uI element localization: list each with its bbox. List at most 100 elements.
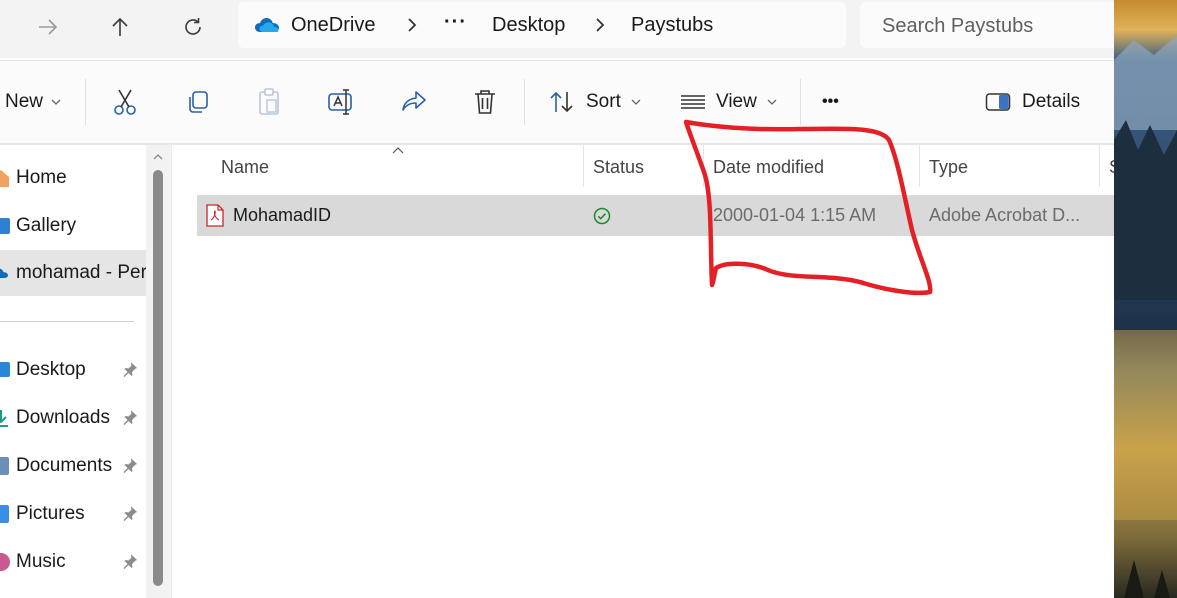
chevron-right-icon bbox=[596, 18, 605, 32]
breadcrumb[interactable]: OneDrive ··· Desktop Paystubs bbox=[238, 2, 846, 48]
copy-button[interactable] bbox=[185, 83, 211, 121]
new-button[interactable]: New bbox=[5, 83, 61, 121]
up-button[interactable] bbox=[100, 8, 140, 46]
sidebar-item-label: mohamad - Pers bbox=[16, 262, 157, 283]
search-placeholder: Search Paystubs bbox=[882, 15, 1034, 37]
toolbar-separator bbox=[85, 79, 86, 125]
refresh-icon bbox=[185, 18, 201, 35]
column-header-status[interactable]: Status bbox=[593, 157, 644, 178]
arrow-right-icon bbox=[39, 19, 58, 35]
chevron-right-icon bbox=[408, 18, 417, 32]
sidebar-divider bbox=[0, 321, 134, 322]
search-input[interactable]: Search Paystubs bbox=[860, 2, 1114, 48]
toolbar-separator bbox=[800, 79, 801, 125]
file-date-modified: 2000-01-04 1:15 AM bbox=[713, 205, 877, 225]
command-bar: New Sort View ••• Details bbox=[0, 61, 1114, 143]
sidebar-item-pictures[interactable]: Pictures bbox=[0, 491, 146, 537]
sidebar-item-label: Gallery bbox=[16, 215, 77, 236]
check-circle-icon bbox=[593, 207, 611, 225]
chevron-down-icon bbox=[767, 99, 777, 105]
view-button[interactable]: View bbox=[680, 83, 777, 121]
sort-label: Sort bbox=[586, 91, 621, 112]
breadcrumb-paystubs[interactable]: Paystubs bbox=[631, 14, 713, 37]
sidebar-item-label: Pictures bbox=[16, 503, 85, 524]
column-separator[interactable] bbox=[703, 145, 704, 187]
download-icon bbox=[0, 410, 8, 427]
desktop-wallpaper bbox=[1114, 0, 1177, 598]
sidebar-item-label: Home bbox=[16, 167, 67, 188]
trash-icon bbox=[475, 90, 495, 114]
details-label: Details bbox=[1022, 91, 1081, 112]
paste-button[interactable] bbox=[256, 83, 282, 121]
cut-button[interactable] bbox=[112, 83, 138, 121]
breadcrumb-desktop[interactable]: Desktop bbox=[492, 14, 565, 37]
column-header-date-modified[interactable]: Date modified bbox=[713, 157, 824, 178]
column-separator[interactable] bbox=[583, 145, 584, 187]
toolbar-separator bbox=[524, 79, 525, 125]
column-separator[interactable] bbox=[1099, 145, 1100, 187]
more-options-button[interactable]: ••• bbox=[822, 83, 839, 121]
sidebar-item-gallery[interactable]: Gallery bbox=[0, 203, 146, 249]
sidebar-item-label: Downloads bbox=[16, 407, 110, 428]
file-type: Adobe Acrobat D... bbox=[929, 205, 1081, 225]
delete-button[interactable] bbox=[472, 83, 498, 121]
navigation-pane: Home Gallery mohamad - Pers Desktop Down… bbox=[0, 145, 172, 598]
documents-icon bbox=[0, 457, 9, 475]
sort-ascending-icon bbox=[392, 147, 404, 154]
sidebar-item-music[interactable]: Music bbox=[0, 539, 146, 585]
pin-icon[interactable] bbox=[122, 409, 138, 425]
sidebar-item-label: Desktop bbox=[16, 359, 86, 380]
sidebar-scrollbar-thumb[interactable] bbox=[153, 170, 163, 586]
scissors-icon bbox=[114, 89, 136, 115]
music-icon bbox=[0, 553, 10, 571]
view-label: View bbox=[716, 91, 757, 112]
column-header-type[interactable]: Type bbox=[929, 157, 968, 178]
file-explorer-window: OneDrive ··· Desktop Paystubs Search Pay… bbox=[0, 0, 1114, 598]
pin-icon[interactable] bbox=[122, 553, 138, 569]
arrow-up-icon bbox=[112, 17, 128, 36]
clipboard-icon bbox=[259, 88, 279, 115]
new-label: New bbox=[5, 91, 44, 112]
pdf-file-icon bbox=[206, 204, 224, 227]
address-bar-row: OneDrive ··· Desktop Paystubs Search Pay… bbox=[0, 0, 1114, 58]
rename-button[interactable] bbox=[327, 83, 355, 121]
sidebar-item-onedrive[interactable]: mohamad - Pers bbox=[0, 250, 156, 296]
home-icon bbox=[0, 170, 9, 187]
pin-icon[interactable] bbox=[122, 505, 138, 521]
sidebar-item-home[interactable]: Home bbox=[0, 155, 146, 201]
scroll-up-icon[interactable] bbox=[152, 153, 164, 161]
copy-icon bbox=[189, 91, 208, 113]
sort-button[interactable]: Sort bbox=[548, 83, 641, 121]
forward-button[interactable] bbox=[28, 8, 68, 46]
sidebar-item-desktop[interactable]: Desktop bbox=[0, 347, 146, 393]
sidebar-item-downloads[interactable]: Downloads bbox=[0, 395, 146, 441]
breadcrumb-onedrive[interactable]: OneDrive bbox=[291, 14, 375, 37]
sort-icon bbox=[550, 91, 573, 113]
chevron-down-icon bbox=[51, 99, 61, 105]
column-header-name[interactable]: Name bbox=[221, 157, 269, 178]
sidebar-item-documents[interactable]: Documents bbox=[0, 443, 146, 489]
desktop-icon bbox=[0, 362, 10, 377]
gallery-icon bbox=[0, 218, 10, 234]
rename-icon bbox=[328, 89, 352, 115]
details-pane-icon bbox=[985, 93, 1011, 111]
refresh-button[interactable] bbox=[173, 8, 213, 46]
onedrive-cloud-icon bbox=[0, 268, 8, 278]
table-row[interactable]: MohamadID 2000-01-04 1:15 AM Adobe Acrob… bbox=[197, 195, 1114, 236]
list-view-icon bbox=[681, 95, 705, 109]
pin-icon[interactable] bbox=[122, 457, 138, 473]
column-separator[interactable] bbox=[919, 145, 920, 187]
chevron-down-icon bbox=[631, 99, 641, 105]
more-icon: ••• bbox=[822, 93, 839, 110]
pictures-icon bbox=[0, 505, 9, 523]
sidebar-item-label: Music bbox=[16, 551, 66, 572]
details-pane-button[interactable]: Details bbox=[985, 83, 1080, 121]
wallpaper-image bbox=[1114, 0, 1177, 598]
breadcrumb-ellipsis[interactable]: ··· bbox=[444, 11, 467, 34]
pin-icon[interactable] bbox=[122, 361, 138, 377]
sidebar-item-label: Documents bbox=[16, 455, 113, 476]
share-icon bbox=[402, 91, 426, 111]
onedrive-cloud-icon bbox=[255, 18, 279, 32]
share-button[interactable] bbox=[400, 83, 428, 121]
file-name: MohamadID bbox=[233, 205, 332, 225]
